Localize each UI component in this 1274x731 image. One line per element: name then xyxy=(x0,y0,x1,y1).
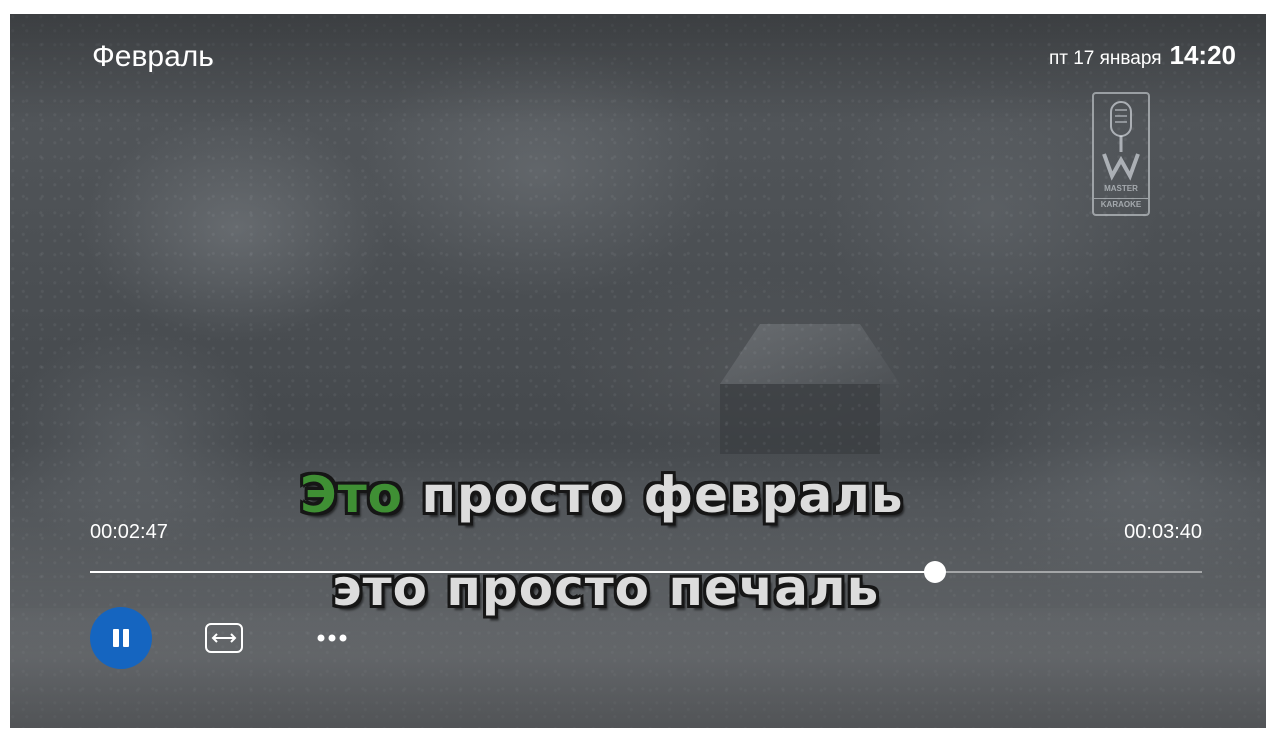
clock: пт 17 января 14:20 xyxy=(1049,40,1236,71)
microphone-icon xyxy=(1102,101,1140,181)
lyric-line-current: Это просто февраль xyxy=(300,466,903,524)
time-elapsed: 00:02:47 xyxy=(90,521,168,543)
pause-button[interactable] xyxy=(90,607,152,669)
aspect-ratio-icon xyxy=(205,623,243,653)
seek-bar-fill xyxy=(90,571,936,573)
logo-text: KARAOKE xyxy=(1094,198,1148,210)
clock-date: пт 17 января xyxy=(1048,48,1162,69)
time-total: 00:03:40 xyxy=(1124,521,1202,543)
seek-bar-thumb[interactable] xyxy=(924,561,947,583)
clock-time: 14:20 xyxy=(1169,40,1237,70)
lyric-sung-part: Это xyxy=(300,466,404,524)
video-player[interactable]: Февраль пт 17 января 14:20 MASTER KARAOK… xyxy=(10,14,1266,728)
more-horizontal-icon xyxy=(317,634,347,642)
song-title: Февраль xyxy=(92,40,214,73)
seek-bar[interactable] xyxy=(90,561,1202,583)
pause-icon xyxy=(113,629,129,647)
logo-text: MASTER xyxy=(1104,184,1138,193)
more-options-button[interactable] xyxy=(312,618,352,658)
lyric-unsung-part: просто февраль xyxy=(403,466,904,524)
aspect-ratio-button[interactable] xyxy=(204,618,244,658)
karaoke-logo: MASTER KARAOKE xyxy=(1092,92,1150,216)
